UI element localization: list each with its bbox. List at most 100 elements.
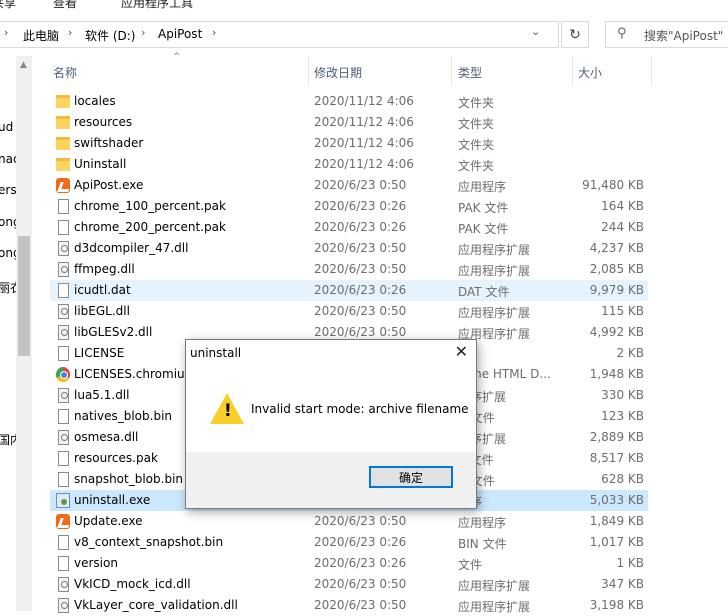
file-icon: [58, 199, 69, 214]
nav-item[interactable]: ers: [0, 183, 17, 197]
file-row[interactable]: VkICD_mock_icd.dll 2020/6/23 0:50 应用程序扩展 34…: [50, 574, 648, 595]
address-row: › 此电脑 › 软件 (D:) › ApiPost › ⌄ ↻ ⚲ 搜索"Api…: [0, 14, 728, 56]
column-header-type[interactable]: 类型: [452, 56, 572, 86]
breadcrumb-drive-d[interactable]: 软件 (D:): [85, 27, 135, 44]
address-bar[interactable]: › 此电脑 › 软件 (D:) › ApiPost › ⌄: [0, 21, 559, 48]
scrollbar-thumb[interactable]: [18, 236, 30, 356]
chevron-right-icon[interactable]: ›: [141, 26, 145, 39]
file-date: 2020/6/23 0:50: [314, 325, 407, 339]
app-icon: [56, 514, 70, 529]
file-date: 2020/6/23 0:26: [314, 556, 407, 570]
file-icon: [58, 409, 69, 424]
file-date: 2020/11/12 4:06: [314, 94, 414, 108]
file-size: 2 KB: [616, 346, 644, 360]
file-type: 应用程序: [458, 516, 507, 530]
file-icon: [58, 346, 69, 361]
file-row[interactable]: d3dcompiler_47.dll 2020/6/23 0:50 应用程序扩展 4,…: [50, 238, 648, 259]
file-date: 2020/11/12 4:06: [314, 136, 414, 150]
file-type: 应用程序: [458, 180, 507, 194]
file-icon: [58, 556, 69, 571]
column-header-name[interactable]: 名称: [50, 56, 308, 86]
file-date: 2020/6/23 0:26: [314, 283, 407, 297]
file-date: 2020/6/23 0:50: [314, 514, 407, 528]
search-box[interactable]: ⚲ 搜索"ApiPost": [605, 21, 728, 48]
file-date: 2020/11/12 4:06: [314, 157, 414, 171]
file-size: 3,198 KB: [589, 598, 644, 612]
file-row[interactable]: VkLayer_core_validation.dll 2020/6/23 0:5…: [50, 595, 648, 616]
chrome-icon: [56, 367, 70, 382]
chevron-down-icon[interactable]: ⌄: [531, 25, 540, 38]
file-name: ApiPost.exe: [74, 178, 144, 192]
file-row[interactable]: ApiPost.exe 2020/6/23 0:50 应用程序 91,480 KB: [50, 175, 648, 196]
file-name: resources: [74, 115, 133, 129]
file-size: 347 KB: [601, 577, 644, 591]
file-name: lua5.1.dll: [74, 388, 130, 402]
ok-button[interactable]: 确定: [369, 466, 453, 488]
file-name: locales: [74, 94, 116, 108]
app-icon: [56, 178, 70, 193]
file-name: d3dcompiler_47.dll: [74, 241, 189, 255]
file-name: uninstall.exe: [74, 493, 151, 507]
file-date: 2020/6/23 0:50: [314, 262, 407, 276]
file-row[interactable]: chrome_200_percent.pak 2020/6/23 0:26 PAK …: [50, 217, 648, 238]
file-type: 文件夹: [458, 159, 495, 173]
file-row[interactable]: Uninstall 2020/11/12 4:06 文件夹: [50, 154, 648, 175]
column-header-size[interactable]: 大小: [573, 56, 651, 86]
file-row[interactable]: ffmpeg.dll 2020/6/23 0:50 应用程序扩展 2,085 KB: [50, 259, 648, 280]
file-row[interactable]: version 2020/6/23 0:26 文件 1 KB: [50, 553, 648, 574]
file-row[interactable]: resources 2020/11/12 4:06 文件夹: [50, 112, 648, 133]
chevron-right-icon[interactable]: ›: [212, 26, 216, 39]
file-name: swiftshader: [74, 136, 144, 150]
breadcrumb-this-pc[interactable]: 此电脑: [23, 27, 59, 44]
dll-icon: [58, 577, 69, 592]
file-date: 2020/6/23 0:50: [314, 577, 407, 591]
file-name: VkICD_mock_icd.dll: [74, 577, 191, 591]
file-size: 91,480 KB: [582, 178, 644, 192]
ribbon-tab-app-tools[interactable]: 应用程序工具: [121, 0, 193, 11]
breadcrumb-apipost[interactable]: ApiPost: [158, 27, 202, 41]
file-row[interactable]: Update.exe 2020/6/23 0:50 应用程序 1,849 KB: [50, 511, 648, 532]
file-name: snapshot_blob.bin: [74, 472, 184, 486]
file-type: 应用程序扩展: [458, 600, 531, 614]
column-header-date[interactable]: 修改日期: [309, 56, 451, 86]
nav-scrollbar[interactable]: ▲: [16, 56, 32, 611]
dll-icon: [58, 430, 69, 445]
file-name: VkLayer_core_validation.dll: [74, 598, 238, 612]
file-size: 244 KB: [601, 220, 644, 234]
file-date: 2020/6/23 0:26: [314, 199, 407, 213]
dll-icon: [58, 241, 69, 256]
file-type: BIN 文件: [458, 537, 507, 551]
file-row[interactable]: icudtl.dat 2020/6/23 0:26 DAT 文件 9,979 KB: [50, 280, 648, 301]
file-date: 2020/6/23 0:26: [314, 220, 407, 234]
dialog-title: uninstall: [190, 346, 242, 360]
file-size: 2,889 KB: [589, 430, 644, 444]
ribbon-tab-view[interactable]: 查看: [53, 0, 77, 11]
file-date: 2020/6/23 0:50: [314, 304, 407, 318]
file-row[interactable]: libEGL.dll 2020/6/23 0:50 应用程序扩展 115 KB: [50, 301, 648, 322]
file-row[interactable]: swiftshader 2020/11/12 4:06 文件夹: [50, 133, 648, 154]
file-date: 2020/6/23 0:50: [314, 241, 407, 255]
close-icon[interactable]: ✕: [455, 342, 468, 361]
folder-icon: [56, 137, 70, 150]
scroll-up-icon[interactable]: ▲: [20, 60, 27, 70]
file-row[interactable]: locales 2020/11/12 4:06 文件夹: [50, 91, 648, 112]
file-row[interactable]: chrome_100_percent.pak 2020/6/23 0:26 PAK …: [50, 196, 648, 217]
refresh-button[interactable]: ↻: [561, 21, 589, 48]
chevron-right-icon[interactable]: ›: [68, 26, 72, 39]
ribbon-tab-share[interactable]: 共享: [0, 0, 16, 11]
file-size: 9,979 KB: [589, 283, 644, 297]
warning-icon-mark: !: [224, 401, 232, 421]
file-icon: [58, 220, 69, 235]
file-date: 2020/6/23 0:50: [314, 178, 407, 192]
file-date: 2020/6/23 0:26: [314, 535, 407, 549]
file-size: 1,017 KB: [589, 535, 644, 549]
file-row[interactable]: v8_context_snapshot.bin 2020/6/23 0:26 BIN…: [50, 532, 648, 553]
file-size: 628 KB: [601, 472, 644, 486]
error-dialog: uninstall ✕ ! Invalid start mode: archiv…: [185, 339, 477, 509]
file-icon: [58, 472, 69, 487]
file-name: natives_blob.bin: [74, 409, 173, 423]
nav-item[interactable]: ud: [0, 120, 13, 134]
column-separator[interactable]: [651, 56, 652, 86]
folder-icon: [56, 95, 70, 108]
file-size: 1,849 KB: [589, 514, 644, 528]
